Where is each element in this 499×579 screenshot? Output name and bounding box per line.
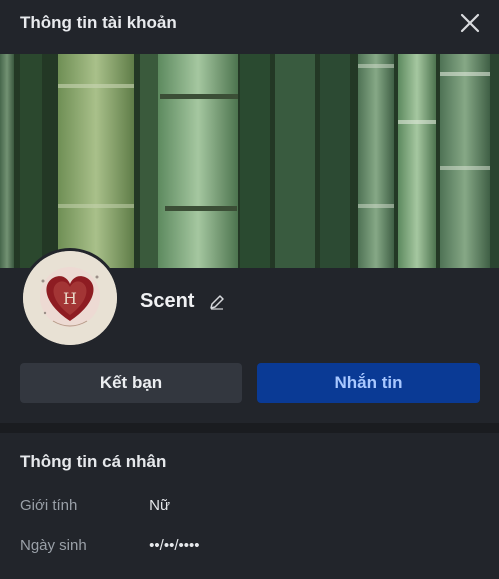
gender-label: Giới tính: [20, 497, 78, 514]
modal-header: Thông tin tài khoản: [0, 0, 499, 46]
birthday-label: Ngày sinh: [20, 537, 87, 554]
close-icon[interactable]: [457, 10, 483, 36]
cover-photo[interactable]: [0, 54, 499, 268]
personal-info-title: Thông tin cá nhân: [20, 452, 167, 471]
profile-name: Scent: [140, 290, 195, 312]
info-row-gender: Giới tính Nữ: [20, 497, 170, 514]
birthday-value: ••/••/••••: [149, 537, 200, 554]
avatar[interactable]: H: [20, 248, 120, 348]
gender-value: Nữ: [149, 497, 171, 514]
modal-title: Thông tin tài khoản: [20, 13, 177, 32]
avatar-letter: H: [63, 289, 77, 308]
add-friend-button[interactable]: Kết bạn: [20, 363, 242, 403]
avatar-image: H: [23, 251, 117, 345]
profile-name-row: Scent: [140, 290, 226, 313]
pencil-icon[interactable]: [208, 293, 226, 311]
send-message-button[interactable]: Nhắn tin: [257, 363, 480, 403]
info-row-birthday: Ngày sinh ••/••/••••: [20, 537, 200, 554]
section-divider: [0, 423, 499, 433]
